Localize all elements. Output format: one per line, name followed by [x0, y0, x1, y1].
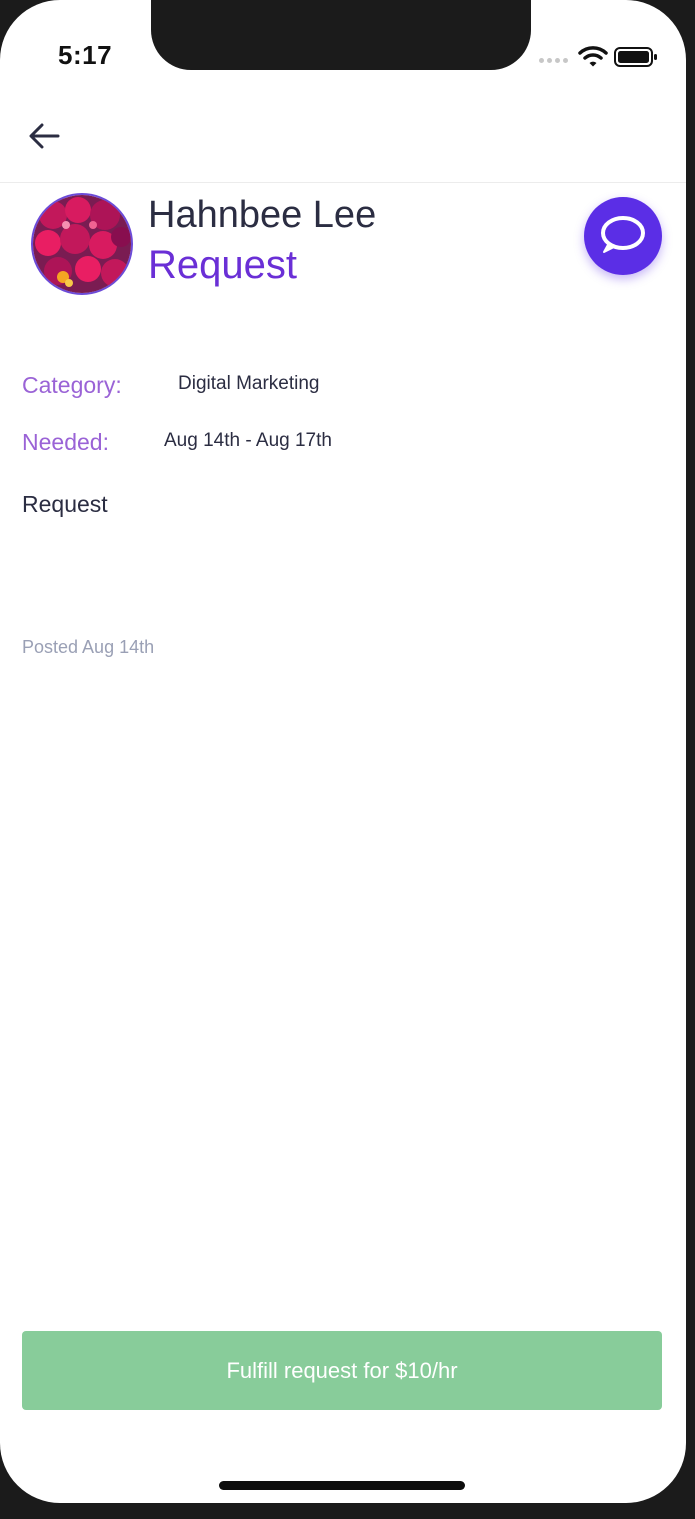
nav-bar	[0, 90, 686, 183]
request-title: Request	[148, 243, 297, 287]
request-description: Request	[22, 491, 108, 517]
user-name: Hahnbee Lee	[148, 194, 377, 236]
home-indicator	[219, 1481, 465, 1490]
needed-value: Aug 14th - Aug 17th	[164, 430, 332, 451]
signal-dots-icon	[539, 58, 568, 63]
chat-bubble-icon	[601, 216, 645, 253]
category-label: Category:	[22, 372, 122, 398]
device-notch	[151, 0, 531, 70]
avatar	[31, 193, 133, 295]
status-time: 5:17	[58, 40, 113, 70]
needed-label: Needed:	[22, 429, 109, 455]
arrow-left-icon[interactable]	[24, 118, 64, 154]
fulfill-request-button[interactable]: Fulfill request for $10/hr	[22, 1331, 662, 1410]
wifi-icon	[578, 46, 608, 67]
battery-icon	[614, 47, 657, 67]
chat-button[interactable]	[584, 197, 662, 275]
category-value: Digital Marketing	[178, 373, 320, 394]
flower-photo-avatar	[33, 195, 131, 293]
posted-date: Posted Aug 14th	[22, 637, 155, 657]
phone-screen: 5:17 Hahnbee Lee Request Category: Digit…	[0, 0, 686, 1503]
